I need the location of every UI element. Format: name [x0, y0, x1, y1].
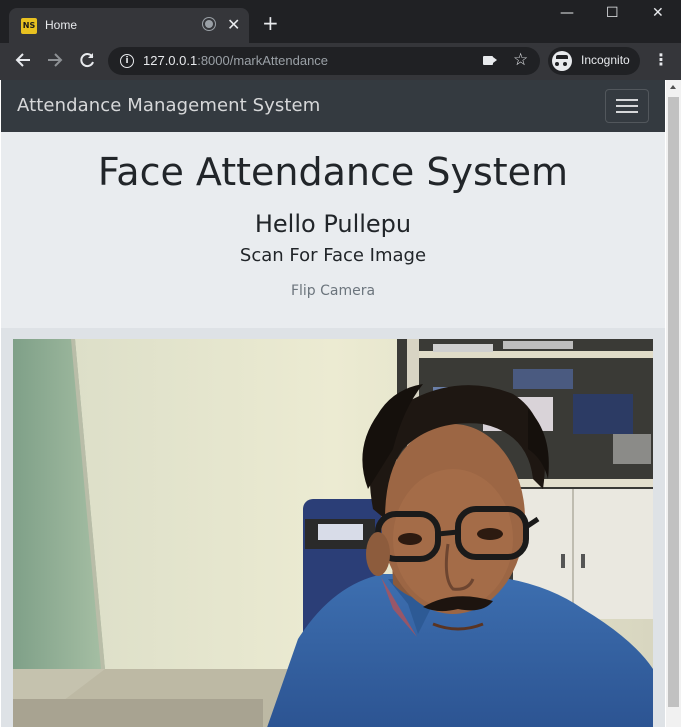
incognito-icon — [552, 51, 572, 71]
webcam-video-feed — [13, 339, 653, 727]
page-viewport: Attendance Management System Face Attend… — [0, 80, 681, 727]
new-tab-button[interactable]: + — [262, 13, 279, 33]
minimize-window-button[interactable]: — — [560, 5, 574, 21]
info-icon[interactable]: i — [120, 54, 134, 68]
browser-tabstrip: NS Home ✕ + — ☐ ✕ — [0, 0, 681, 43]
scroll-up-arrow-icon[interactable] — [670, 85, 676, 89]
navbar-brand[interactable]: Attendance Management System — [17, 95, 320, 116]
back-arrow-icon[interactable] — [14, 51, 32, 74]
url-text[interactable]: 127.0.0.1:8000/markAttendance — [143, 53, 328, 68]
close-window-button[interactable]: ✕ — [652, 5, 664, 21]
page-title: Face Attendance System — [97, 150, 569, 194]
scan-instruction: Scan For Face Image — [239, 245, 427, 266]
maximize-window-button[interactable]: ☐ — [606, 5, 619, 21]
incognito-badge[interactable]: Incognito — [548, 47, 640, 75]
webcam-image — [13, 339, 653, 727]
hamburger-line — [616, 111, 638, 113]
hamburger-line — [616, 105, 638, 107]
recording-indicator-icon — [205, 20, 213, 28]
menu-dots-icon[interactable]: ⋮ — [653, 50, 669, 70]
navbar: Attendance Management System — [1, 80, 665, 132]
star-icon[interactable]: ☆ — [513, 50, 528, 70]
incognito-label: Incognito — [581, 53, 630, 67]
browser-toolbar: i 127.0.0.1:8000/markAttendance ☆ Incogn… — [0, 43, 681, 80]
scrollbar-thumb[interactable] — [668, 97, 679, 707]
browser-tab[interactable]: NS Home ✕ — [9, 8, 249, 43]
site-favicon-icon: NS — [21, 18, 37, 34]
address-bar[interactable]: i 127.0.0.1:8000/markAttendance ☆ — [108, 47, 540, 75]
hamburger-line — [616, 99, 638, 101]
tab-title: Home — [45, 18, 78, 32]
forward-arrow-icon[interactable] — [46, 51, 64, 74]
close-tab-icon[interactable]: ✕ — [227, 15, 240, 34]
navbar-toggler-button[interactable] — [605, 89, 649, 123]
page-scrollbar[interactable] — [666, 80, 681, 727]
greeting-heading: Hello Pullepu — [254, 210, 412, 238]
jumbotron: Face Attendance System Hello Pullepu Sca… — [1, 132, 665, 328]
reload-icon[interactable] — [78, 51, 96, 74]
camera-frame — [1, 328, 665, 727]
camera-icon[interactable] — [483, 56, 497, 65]
flip-camera-link[interactable]: Flip Camera — [1, 283, 665, 299]
